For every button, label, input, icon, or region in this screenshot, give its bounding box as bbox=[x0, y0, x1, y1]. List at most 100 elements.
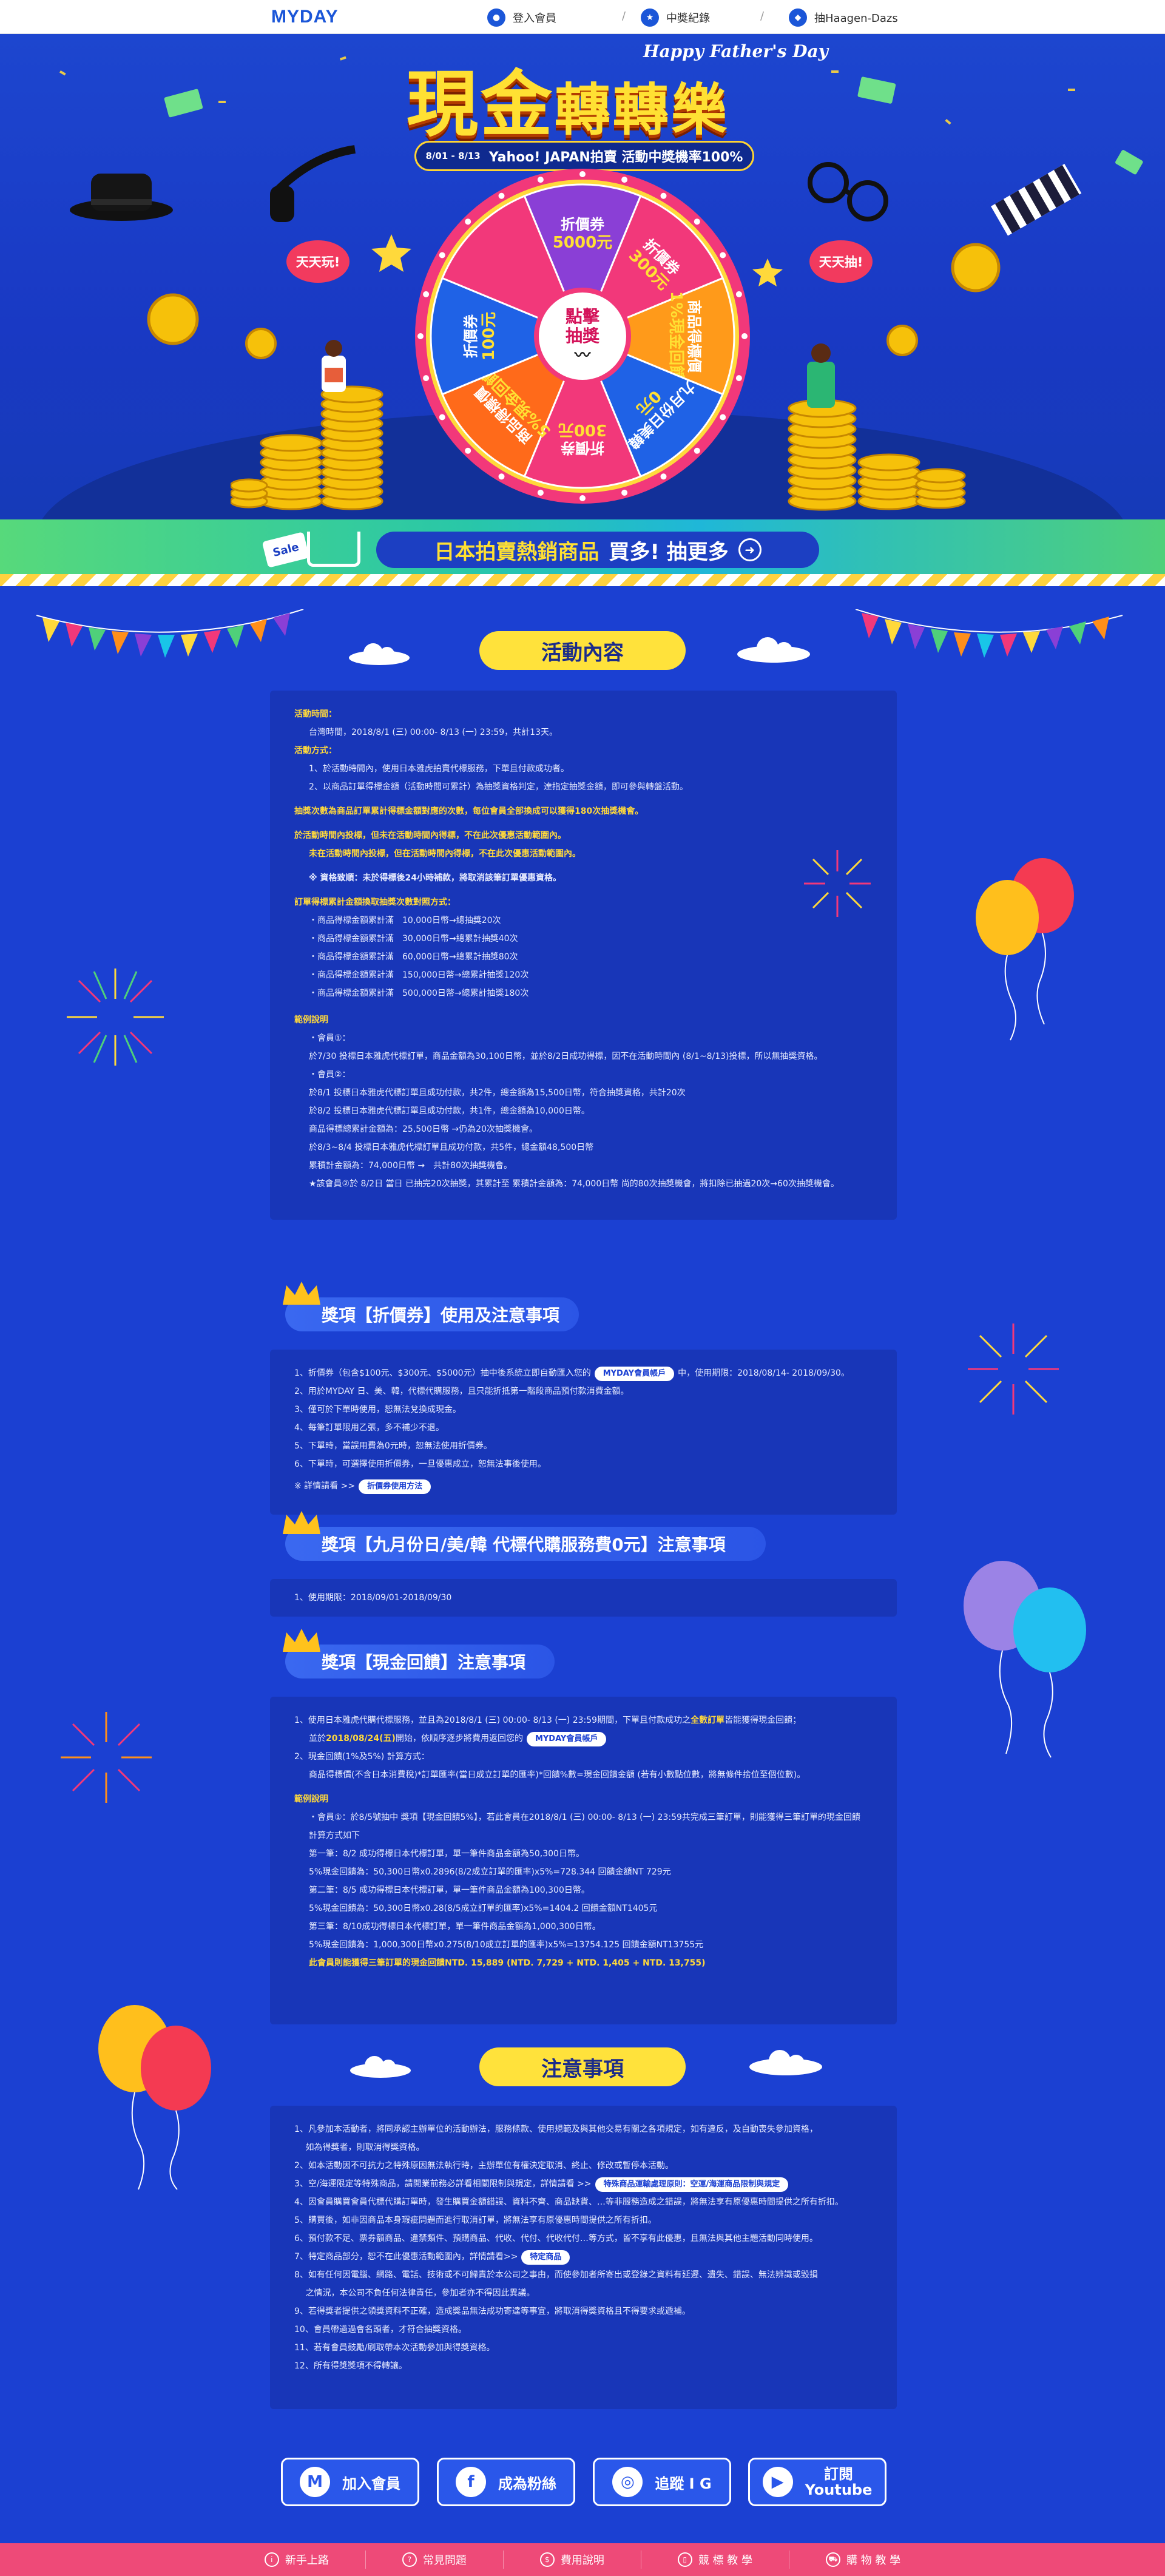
crown-icon bbox=[283, 1629, 320, 1652]
wheel-bulb bbox=[694, 218, 700, 225]
nav-login-label: 登入會員 bbox=[513, 12, 556, 25]
balloons-decoration bbox=[964, 1561, 1086, 1758]
youtube-icon: ▶ bbox=[762, 2467, 793, 2497]
bottom-link-beginner[interactable]: i 新手上路 bbox=[228, 2551, 366, 2569]
bunting-right bbox=[856, 609, 1123, 658]
specific-goods-link[interactable]: 特定商品 bbox=[521, 2250, 570, 2265]
bottom-link-label: 購 物 教 學 bbox=[846, 2554, 901, 2567]
bottom-link-bidding-tutorial[interactable]: ▯ 競 標 教 學 bbox=[641, 2551, 789, 2569]
cashback-example-line: 計算方式如下 bbox=[309, 1831, 360, 1841]
september-line: 1、使用期限：2018/09/01-2018/09/30 bbox=[294, 1593, 452, 1603]
bottom-link-shopping-tutorial[interactable]: ⛟ 購 物 教 學 bbox=[789, 2551, 937, 2569]
activity-time-text: 台灣時間，2018/8/1 (三) 00:00- 8/13 (一) 23:59，… bbox=[309, 728, 558, 737]
wheel-segment-label: 折價券 100元 bbox=[462, 312, 498, 360]
example-line: ★該會員②於 8/2日 當日 已抽完20次抽獎，其累計至 累積計金額為：74,0… bbox=[309, 1179, 839, 1189]
sale-banner[interactable]: Sale 日本拍賣熱銷商品 買多! 抽更多 ➜ bbox=[0, 519, 1165, 586]
bottom-link-fees[interactable]: $ 費用說明 bbox=[504, 2551, 641, 2569]
arrow-right-icon: ➜ bbox=[738, 538, 761, 561]
sale-banner-text-b: 買多! 抽更多 bbox=[609, 539, 729, 564]
coupon-line: 1、折價券（包含$100元、$300元、$5000元）抽中後系統立即自動匯入您的… bbox=[294, 1364, 873, 1382]
wheel-bulb bbox=[465, 447, 471, 454]
wheel-segment-label: 商品得標價1%現金回饋 bbox=[667, 291, 703, 381]
hero-tagline: Yahoo! JAPAN拍賣 活動中獎機率100% bbox=[488, 150, 743, 165]
wheel-bulb bbox=[735, 291, 742, 297]
prize-wheel[interactable]: 折價券 5000元 折價券 300元 商品得標價 1%現金回饋 九月份日美韓 0元 折價券 300… bbox=[413, 166, 752, 506]
coupon-line-text: 1、折價券（包含$100元、$300元、$5000元）抽中後系統立即自動匯入您的 bbox=[294, 1368, 591, 1378]
wheel-bulb bbox=[660, 192, 667, 199]
special-goods-link[interactable]: 特殊商品運輸處理原則：空運/海運商品限制與規定 bbox=[595, 2177, 789, 2192]
cashback-example-line: 第一筆：8/2 成功得標日本代標訂單，單一筆件商品金額為50,300日幣。 bbox=[309, 1849, 584, 1859]
firework-decoration bbox=[968, 1323, 1059, 1415]
wheel-segment-line2: 300元 bbox=[558, 421, 607, 439]
activity-method-line: 1、於活動時間內，使用日本雅虎拍賣代標服務，下單且付款成功者。 bbox=[309, 764, 569, 774]
coin-stack-right bbox=[788, 343, 966, 511]
myday-account-chip[interactable]: MYDAY會員帳戶 bbox=[526, 1732, 607, 1746]
cashback-line: 商品得標價(不含日本消費稅)*訂單匯率(當日成立訂單的匯率)*回饋%數=現金回饋… bbox=[309, 1770, 806, 1780]
cashback-example-line: ・會員①：於8/5號抽中 獎項【現金回饋5%】，若此會員在2018/8/1 (三… bbox=[309, 1813, 860, 1822]
nav-login-link[interactable]: ● 登入會員 bbox=[487, 8, 556, 27]
mustache-icon: 〰 bbox=[574, 347, 590, 365]
firework-decoration bbox=[61, 1712, 152, 1803]
notes-line: 3、空/海運限定等特殊商品，請開業前務必詳看相關限制與規定，詳情請看 >> 特殊商… bbox=[294, 2175, 873, 2193]
activity-time-heading: 活動時間： bbox=[294, 709, 337, 719]
activity-note: ※ 資格致順：未於得標後24小時補款，將取消該筆訂單優惠資格。 bbox=[309, 873, 561, 883]
notes-panel: 1、凡參加本活動者，將同承認主辦單位的活動辦法，服務條款、使用規範及與其他交易有… bbox=[270, 2106, 897, 2409]
youtube-subscribe-button[interactable]: ▶ 訂閱 Youtube bbox=[748, 2458, 886, 2506]
cashback-section-title-text: 獎項【現金回饋】注意事項 bbox=[322, 1652, 526, 1672]
instagram-follow-button[interactable]: ◎ 追蹤 I G bbox=[593, 2458, 731, 2506]
facebook-fan-label: 成為粉絲 bbox=[498, 2475, 556, 2492]
wheel-bulb bbox=[694, 447, 700, 454]
nav-winning-record-link[interactable]: ★ 中獎紀錄 bbox=[641, 8, 710, 27]
join-member-button[interactable]: M 加入會員 bbox=[281, 2458, 419, 2506]
shopping-cart-icon bbox=[307, 532, 360, 567]
example-line: ・會員②： bbox=[309, 1070, 351, 1080]
cashback-example-heading: 範例說明 bbox=[294, 1794, 328, 1804]
notes-line: 10、會員帶過過會名頭者，才符合抽獎資格。 bbox=[294, 2325, 467, 2334]
example-line: 於8/2 投標日本雅虎代標訂單且成功付款，共1件，總金額為10,000日幣。 bbox=[309, 1106, 590, 1116]
tier-line: ・商品得標金額累計滿 10,000日幣→總抽獎20次 bbox=[309, 916, 501, 925]
nav-separator: / bbox=[760, 10, 765, 22]
nav-winning-label: 中獎紀錄 bbox=[666, 12, 710, 25]
myday-account-chip[interactable]: MYDAY會員帳戶 bbox=[594, 1367, 675, 1381]
notes-line: 7、特定商品部分，恕不在此優惠活動範圍內，詳情請看>> 特定商品 bbox=[294, 2248, 873, 2266]
wheel-bulb bbox=[423, 291, 430, 297]
spin-button[interactable]: 點擊 抽獎 〰 bbox=[534, 288, 631, 385]
notes-line: 之情況，本公司不負任何法律責任，參加者亦不得因此異議。 bbox=[294, 2288, 535, 2298]
coupon-line: 5、下單時，當誤用費為0元時，恕無法使用折價券。 bbox=[294, 1441, 492, 1451]
bottom-link-label: 新手上路 bbox=[285, 2554, 329, 2567]
firework-decoration bbox=[67, 969, 164, 1066]
myday-logo[interactable]: MYDAY bbox=[271, 7, 339, 27]
coupon-detail-line: ※ 詳情請看 >> 折價券使用方法 bbox=[294, 1477, 873, 1495]
wheel-bulb bbox=[621, 177, 628, 183]
activity-method-line: 2、以商品訂單得標金額（活動時間可累計）為抽獎資格判定，達指定抽獎金額，即可參與… bbox=[309, 782, 688, 792]
september-panel: 1、使用期限：2018/09/01-2018/09/30 bbox=[270, 1579, 897, 1617]
cashback-example-line: 5%現金回饋為：50,300日幣x0.2896(8/2成立訂單的匯率)x5%=7… bbox=[309, 1867, 671, 1877]
coupon-panel: 1、折價券（包含$100元、$300元、$5000元）抽中後系統立即自動匯入您的… bbox=[270, 1350, 897, 1515]
cashback-line: 並於2018/08/24(五)開始，依順序逐步將費用返回您的 MYDAY會員帳戶 bbox=[294, 1729, 873, 1748]
example-line: 於8/1 投標日本雅虎代標訂單且成功付款，共2件，總金額為15,500日幣，符合… bbox=[309, 1088, 686, 1098]
main-content: 活動內容 活動時間： 台灣時間，2018/8/1 (三) 00:00- 8/13… bbox=[0, 586, 1165, 2443]
activity-method-heading: 活動方式： bbox=[294, 746, 337, 756]
hero-subtitle: Happy Father's Day bbox=[643, 41, 828, 61]
cashback-date: 2018/08/24(五) bbox=[326, 1734, 396, 1743]
wheel-bulb bbox=[439, 414, 445, 421]
facebook-fan-button[interactable]: f 成為粉絲 bbox=[437, 2458, 575, 2506]
coupon-usage-link[interactable]: 折價券使用方法 bbox=[359, 1479, 431, 1494]
activity-note: 抽獎次數為商品訂單累計得標金額對應的次數，每位會員全部換成可以獲得180次抽獎機… bbox=[294, 806, 644, 816]
wheel-bulb bbox=[439, 252, 445, 259]
cloud-decoration bbox=[737, 637, 810, 663]
spin-button-line2: 抽獎 bbox=[565, 326, 599, 346]
sale-banner-button[interactable]: 日本拍賣熱銷商品 買多! 抽更多 ➜ bbox=[376, 532, 819, 568]
wheel-bulb bbox=[417, 333, 424, 339]
cashback-panel: 1、使用日本雅虎代購代標服務，並且為2018/8/1 (三) 00:00- 8/… bbox=[270, 1697, 897, 2024]
nav-haagen-dazs-link[interactable]: ◆ 抽Haagen-Dazs bbox=[789, 8, 898, 27]
m-icon: M bbox=[300, 2467, 330, 2497]
bottom-link-label: 競 標 教 學 bbox=[698, 2554, 752, 2567]
example-line: 累積計金額為：74,000日幣 → 共計80次抽獎機會。 bbox=[309, 1161, 512, 1171]
question-icon: ? bbox=[402, 2552, 417, 2567]
top-navigation: MYDAY ● 登入會員 / ★ 中獎紀錄 / ◆ 抽Haagen-Dazs bbox=[0, 0, 1165, 34]
bottom-link-faq[interactable]: ? 常見問題 bbox=[366, 2551, 504, 2569]
cashback-line-pre: 並於 bbox=[309, 1734, 326, 1743]
notes-line: 5、購買後，如非因商品本身瑕疵問題而進行取消訂單，將無法享有原優惠時間提供之所有… bbox=[294, 2216, 657, 2225]
activity-note: 未在活動時間內投標，但在活動時間內得標，不在此次優惠活動範圍內。 bbox=[309, 849, 581, 859]
